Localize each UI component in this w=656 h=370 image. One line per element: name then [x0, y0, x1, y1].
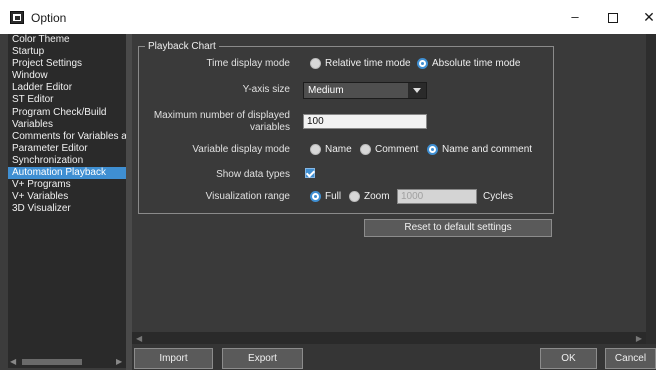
- app-icon: [10, 11, 24, 24]
- sidebar-item-window[interactable]: Window: [8, 70, 126, 82]
- sidebar-horizontal-scrollbar[interactable]: ◀ ▶: [8, 356, 126, 368]
- sidebar-item-parameter-editor[interactable]: Parameter Editor: [8, 143, 126, 155]
- sidebar-item-startup[interactable]: Startup: [8, 46, 126, 58]
- comment-option-label: Comment: [375, 144, 419, 155]
- group-title: Playback Chart: [145, 41, 219, 52]
- sidebar-item-ladder-editor[interactable]: Ladder Editor: [8, 82, 126, 94]
- max-variables-input[interactable]: 100: [303, 114, 427, 129]
- radio-absolute-time-mode[interactable]: [417, 58, 428, 69]
- sidebar-item-3d-visualizer[interactable]: 3D Visualizer: [8, 203, 126, 215]
- sidebar-item-automation-playback[interactable]: Automation Playback: [8, 167, 126, 180]
- y-axis-size-label: Y-axis size: [242, 84, 290, 95]
- scroll-right-icon[interactable]: ▶: [636, 334, 642, 343]
- reset-to-default-button[interactable]: Reset to default settings: [364, 219, 552, 237]
- sidebar-item-color-theme[interactable]: Color Theme: [8, 34, 126, 46]
- y-axis-size-value: Medium: [308, 85, 344, 96]
- sidebar-item-variables[interactable]: Variables: [8, 119, 126, 131]
- y-axis-size-select[interactable]: Medium: [303, 82, 427, 99]
- radio-relative-time-mode[interactable]: [310, 58, 321, 69]
- max-variables-label-line1: Maximum number of displayed: [153, 110, 290, 121]
- zoom-option-label: Zoom: [364, 191, 390, 202]
- sidebar-item-st-editor[interactable]: ST Editor: [8, 94, 126, 106]
- name-option-label: Name: [325, 144, 352, 155]
- chevron-down-icon[interactable]: [408, 83, 426, 98]
- close-button[interactable]: ✕: [634, 6, 656, 28]
- minimize-button[interactable]: –: [560, 6, 590, 28]
- absolute-time-mode-label: Absolute time mode: [432, 58, 521, 69]
- show-data-types-checkbox[interactable]: [305, 168, 315, 178]
- horizontal-scrollbar[interactable]: ◀ ▶: [132, 332, 646, 344]
- max-variables-label-line2: variables: [249, 122, 290, 133]
- show-data-types-label: Show data types: [216, 169, 290, 180]
- visualization-range-label: Visualization range: [205, 191, 290, 202]
- radio-name-and-comment[interactable]: [427, 144, 438, 155]
- export-button[interactable]: Export: [222, 348, 303, 369]
- full-option-label: Full: [325, 191, 342, 202]
- ok-button[interactable]: OK: [540, 348, 597, 369]
- time-display-mode-label: Time display mode: [206, 58, 290, 69]
- relative-time-mode-label: Relative time mode: [325, 58, 411, 69]
- radio-zoom[interactable]: [349, 191, 360, 202]
- title-bar: Option – ✕: [0, 0, 656, 34]
- sidebar-item-synchronization[interactable]: Synchronization: [8, 155, 126, 167]
- category-list[interactable]: Color Theme Startup Project Settings Win…: [8, 34, 126, 356]
- sidebar-item-v-plus-variables[interactable]: V+ Variables: [8, 191, 126, 203]
- radio-name[interactable]: [310, 144, 321, 155]
- radio-comment[interactable]: [360, 144, 371, 155]
- variable-display-mode-label: Variable display mode: [192, 144, 290, 155]
- sidebar-item-program-check-build[interactable]: Program Check/Build: [8, 107, 126, 119]
- sidebar-item-v-plus-programs[interactable]: V+ Programs: [8, 179, 126, 191]
- name-and-comment-option-label: Name and comment: [442, 144, 533, 155]
- scroll-right-icon[interactable]: ▶: [116, 358, 124, 366]
- scroll-left-icon[interactable]: ◀: [136, 334, 142, 343]
- sidebar-item-comments-for-variables[interactable]: Comments for Variables a: [8, 131, 126, 143]
- radio-full[interactable]: [310, 191, 321, 202]
- sidebar-item-project-settings[interactable]: Project Settings: [8, 58, 126, 70]
- scrollbar-thumb[interactable]: [22, 359, 82, 365]
- zoom-cycles-input[interactable]: 1000: [397, 189, 477, 204]
- window-title: Option: [31, 11, 67, 25]
- cycles-unit-label: Cycles: [483, 191, 514, 202]
- maximize-icon: [608, 12, 618, 23]
- import-button[interactable]: Import: [134, 348, 213, 369]
- cancel-button[interactable]: Cancel: [605, 348, 656, 369]
- maximize-button[interactable]: [598, 6, 628, 28]
- scroll-left-icon[interactable]: ◀: [10, 358, 18, 366]
- vertical-scrollbar[interactable]: [646, 34, 656, 344]
